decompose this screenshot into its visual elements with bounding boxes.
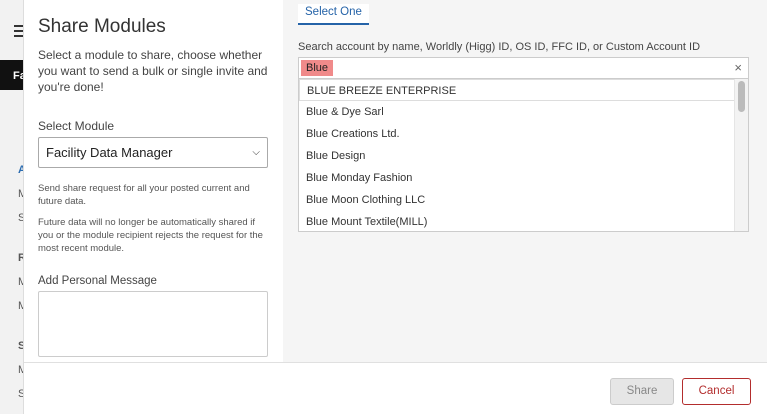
search-input[interactable]: Blue xyxy=(301,60,334,76)
module-select[interactable]: Facility Data Manager ⌵ xyxy=(38,137,268,168)
list-item[interactable]: Blue Mount Textile(MILL) xyxy=(299,211,735,231)
search-label: Search account by name, Worldly (Higg) I… xyxy=(298,41,701,53)
module-settings-panel: Share Modules Select a module to share, … xyxy=(24,0,283,362)
share-modules-modal: Share Modules Select a module to share, … xyxy=(24,0,767,414)
list-item[interactable]: Blue Monday Fashion xyxy=(299,167,735,189)
hamburger-icon[interactable] xyxy=(14,25,23,37)
modal-intro: Select a module to share, choose whether… xyxy=(38,48,268,94)
share-button[interactable]: Share xyxy=(610,378,674,405)
results-scrollbar[interactable] xyxy=(734,79,748,231)
chevron-down-icon: ⌵ xyxy=(252,147,260,158)
selected-module-value: Facility Data Manager xyxy=(46,145,173,160)
list-item[interactable]: Blue Creations Ltd. xyxy=(299,123,735,145)
cancel-button[interactable]: Cancel xyxy=(682,378,751,405)
personal-message-input[interactable] xyxy=(38,291,268,357)
tab-select-one[interactable]: Select One xyxy=(298,4,369,25)
search-results-list: BLUE BREEZE ENTERPRISE Blue & Dye Sarl B… xyxy=(298,79,749,232)
background-app: Fa A M S R M M S M S xyxy=(0,0,24,414)
list-item[interactable]: Blue & Dye Sarl xyxy=(299,101,735,123)
list-item[interactable]: Blue Design xyxy=(299,145,735,167)
scroll-thumb[interactable] xyxy=(738,81,745,112)
modal-title: Share Modules xyxy=(38,16,166,37)
modal-footer: Share Cancel xyxy=(24,362,767,414)
share-note: Send share request for all your posted c… xyxy=(38,183,250,207)
list-item[interactable]: BLUE BREEZE ENTERPRISE xyxy=(299,79,735,101)
share-note: Future data will no longer be automatica… xyxy=(38,217,263,254)
personal-message-label: Add Personal Message xyxy=(38,275,157,287)
list-item[interactable]: Blue Moon Clothing LLC xyxy=(299,189,735,211)
account-search-field[interactable]: Blue × xyxy=(298,57,749,79)
close-icon[interactable]: × xyxy=(734,60,742,75)
select-module-label: Select Module xyxy=(38,119,115,133)
recipient-panel: Select One Search account by name, World… xyxy=(283,0,767,362)
background-tab: Fa xyxy=(0,60,23,90)
